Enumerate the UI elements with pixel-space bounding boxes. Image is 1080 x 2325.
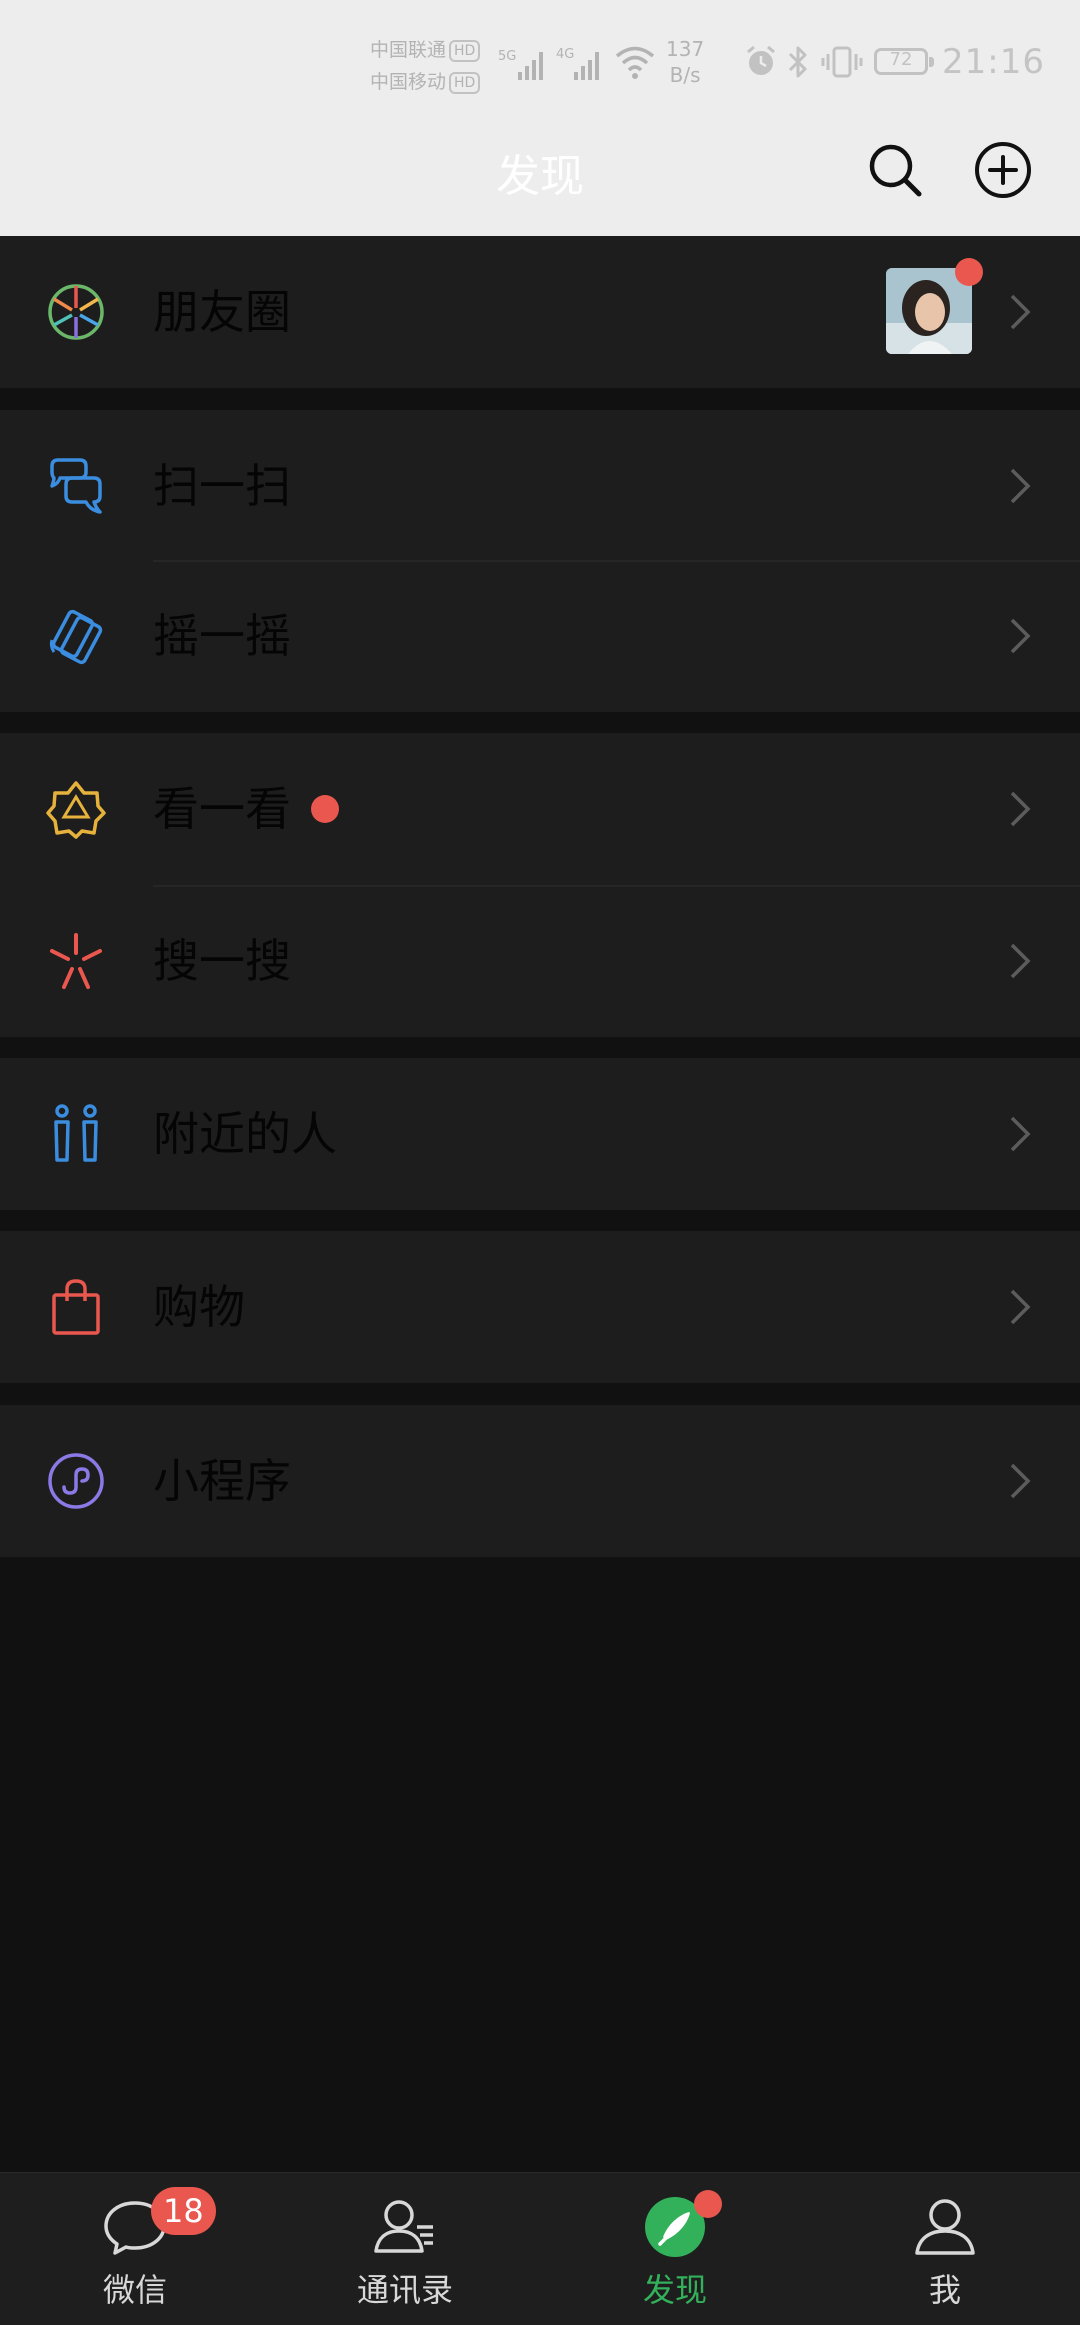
- top-stories-icon: [46, 781, 106, 839]
- people-nearby-icon: [54, 1104, 98, 1162]
- bluetooth-icon: [788, 46, 807, 78]
- status-bar: 中国联通 HD 中国移动 HD 5G 4G 137 B/s 72 21:16: [0, 0, 1080, 130]
- alarm-icon: [747, 45, 775, 75]
- shopping-bag-icon: [52, 1279, 100, 1335]
- menu-item-label: 附近的人: [153, 1107, 337, 1161]
- menu-item-search[interactable]: 搜一搜: [0, 885, 1080, 1037]
- chevron-right-icon: [1010, 1463, 1031, 1499]
- bottom-tab-bar: 18 微信 通讯录 发现 我: [0, 2172, 1080, 2325]
- menu-item-label: 购物: [153, 1280, 245, 1334]
- net-type-1: 5G: [498, 49, 516, 64]
- divider: [153, 560, 1080, 562]
- chevron-right-icon: [1010, 618, 1031, 654]
- chevron-right-icon: [1010, 468, 1031, 504]
- net-speed-value: 137: [666, 37, 705, 61]
- menu-item-shake[interactable]: 摇一摇: [0, 560, 1080, 712]
- menu-item-top-stories[interactable]: 看一看: [0, 733, 1080, 885]
- search-icon[interactable]: [865, 140, 925, 200]
- discover-red-dot: [694, 2190, 722, 2218]
- scan-icon: [50, 458, 102, 514]
- signal-4g-icon: 4G: [556, 47, 599, 80]
- chevron-right-icon: [1010, 943, 1031, 979]
- carrier-2: 中国移动: [370, 71, 447, 93]
- menu-item-label: 小程序: [153, 1454, 291, 1508]
- menu-item-label: 看一看: [153, 782, 291, 836]
- battery-level: 72: [889, 49, 913, 70]
- tab-discover[interactable]: 发现: [540, 2173, 810, 2325]
- chevron-right-icon: [1010, 1116, 1031, 1152]
- menu-item-scan[interactable]: 扫一扫: [0, 410, 1080, 562]
- chevron-right-icon: [1010, 1289, 1031, 1325]
- tab-contacts[interactable]: 通讯录: [270, 2173, 540, 2325]
- divider: [153, 885, 1080, 887]
- shake-icon: [49, 609, 103, 665]
- moments-red-dot: [955, 258, 983, 286]
- net-speed-unit: B/s: [669, 63, 701, 87]
- hd-badge-2: HD: [449, 71, 481, 94]
- tab-me[interactable]: 我: [810, 2173, 1080, 2325]
- menu-item-moments[interactable]: 朋友圈: [0, 236, 1080, 388]
- contacts-icon: [374, 2200, 433, 2253]
- tab-label: 通讯录: [356, 2271, 453, 2309]
- chevron-right-icon: [1010, 791, 1031, 827]
- top-stories-red-dot: [311, 795, 339, 823]
- net-speed: 137 B/s: [666, 36, 704, 88]
- menu-item-label: 搜一搜: [153, 934, 291, 988]
- menu-item-label: 摇一摇: [153, 609, 291, 663]
- chevron-right-icon: [1010, 294, 1031, 330]
- menu-item-mini-programs[interactable]: 小程序: [0, 1405, 1080, 1557]
- carrier-info: 中国联通 HD 中国移动 HD: [370, 34, 481, 98]
- net-type-2: 4G: [556, 47, 574, 62]
- wifi-icon: [615, 46, 655, 79]
- moments-aperture-icon: [48, 284, 104, 340]
- plus-circle-icon[interactable]: [973, 140, 1033, 200]
- battery-icon: 72: [874, 48, 934, 75]
- person-icon: [915, 2199, 975, 2255]
- menu-item-shopping[interactable]: 购物: [0, 1231, 1080, 1383]
- unread-badge: 18: [151, 2187, 216, 2235]
- tab-label: 微信: [102, 2271, 167, 2309]
- status-time: 21:16: [942, 42, 1045, 82]
- menu-item-label: 扫一扫: [153, 459, 291, 513]
- top-bar: 中国联通 HD 中国移动 HD 5G 4G 137 B/s 72 21:16 发…: [0, 0, 1080, 237]
- tab-label: 我: [928, 2271, 961, 2309]
- menu-item-people-nearby[interactable]: 附近的人: [0, 1058, 1080, 1210]
- hd-badge-1: HD: [449, 39, 481, 62]
- menu-item-label: 朋友圈: [153, 285, 291, 339]
- search-spark-icon: [50, 933, 102, 989]
- mini-program-icon: [48, 1453, 104, 1509]
- signal-5g-icon: 5G: [498, 49, 543, 80]
- carrier-1: 中国联通: [370, 39, 447, 61]
- vibrate-icon: [821, 46, 863, 78]
- tab-chats[interactable]: 18 微信: [0, 2173, 270, 2325]
- tab-label: 发现: [642, 2271, 707, 2309]
